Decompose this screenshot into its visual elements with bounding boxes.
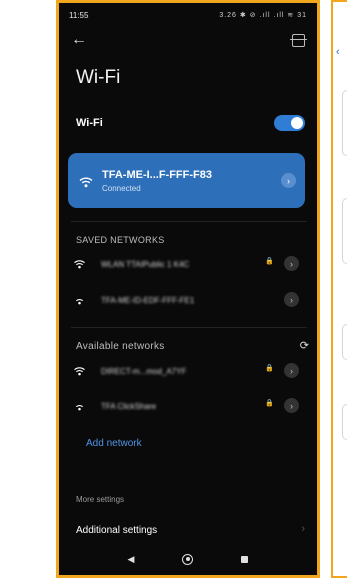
wifi-signal-icon [79,175,93,187]
add-network-link[interactable]: Add network [86,438,142,449]
refresh-icon[interactable]: ⟳ [300,339,309,352]
phone-screenshot-frame: 11:55 3.26 ✱ ⊘ .ıll .ıll ≋ 31 ← Wi-Fi Wi… [56,0,320,578]
saved-network-row[interactable]: WLAN TTAIPublic 1 K4C 🔒 › [71,254,307,274]
toggle-knob [291,117,303,129]
status-bar: 11:55 3.26 ✱ ⊘ .ıll .ıll ≋ 31 [69,8,307,22]
status-indicators: 3.26 ✱ ⊘ .ıll .ıll ≋ 31 [219,12,307,19]
system-navigation-bar: ◀ [59,549,317,569]
available-network-row[interactable]: TFA ClickShare 🔒 › [71,396,307,416]
top-action-bar: ← [71,31,307,49]
lock-icon: 🔒 [265,365,274,372]
card-placeholder [342,404,347,440]
card-placeholder [342,90,347,156]
lock-icon: 🔒 [265,400,274,407]
nav-home-icon[interactable] [182,553,194,565]
connected-network-status: Connected [102,183,141,193]
card-placeholder [342,324,347,360]
network-name: WLAN TTAIPublic 1 K4C [101,259,190,269]
divider [71,327,307,328]
back-arrow-icon[interactable]: ← [71,32,87,48]
wifi-toggle-row[interactable]: Wi-Fi [76,115,305,131]
wifi-signal-icon [71,366,87,376]
divider [71,221,307,222]
more-settings-heading: More settings [76,495,125,504]
wifi-signal-icon [71,259,87,269]
connected-network-card[interactable]: TFA-ME-I...F-FFF-F83 Connected › [68,153,305,208]
saved-network-row[interactable]: TFA-ME-ID-EDF-FFF-FE1 › [71,290,307,310]
qr-scan-icon[interactable] [290,33,307,47]
network-details-chevron-icon[interactable]: › [281,173,296,188]
chevron-right-icon[interactable]: › [284,256,299,271]
available-network-row[interactable]: DIRECT-m...mod_A7YF 🔒 › [71,361,307,381]
wifi-signal-icon [71,401,87,411]
wifi-settings-screen: 11:55 3.26 ✱ ⊘ .ıll .ıll ≋ 31 ← Wi-Fi Wi… [59,3,317,575]
nav-back-icon[interactable]: ◀ [128,554,135,565]
card-placeholder [342,198,347,264]
network-name: TFA-ME-ID-EDF-FFF-FE1 [101,295,195,305]
wifi-toggle-label: Wi-Fi [76,117,103,129]
chevron-right-icon[interactable]: › [284,363,299,378]
nav-recents-icon[interactable] [241,555,249,563]
adjacent-screenshot-panel: ‹ [331,0,347,578]
chevron-right-icon[interactable]: › [301,523,305,535]
wifi-signal-icon [71,295,87,305]
available-networks-heading: Available networks [76,341,165,352]
chevron-right-icon[interactable]: › [284,292,299,307]
connected-network-name: TFA-ME-I...F-FFF-F83 [102,168,212,181]
network-name: TFA ClickShare [101,401,157,411]
lock-icon: 🔒 [265,258,274,265]
status-time: 11:55 [69,10,89,20]
network-name: DIRECT-m...mod_A7YF [101,366,187,376]
chevron-right-icon[interactable]: › [284,398,299,413]
wifi-toggle-switch[interactable] [274,115,305,131]
page-title: Wi-Fi [76,67,121,88]
saved-networks-heading: SAVED NETWORKS [76,235,165,245]
connected-network-text: TFA-ME-I...F-FFF-F83 Connected [102,169,212,193]
back-chevron-icon[interactable]: ‹ [336,46,340,58]
additional-settings-item[interactable]: Additional settings [76,525,157,536]
